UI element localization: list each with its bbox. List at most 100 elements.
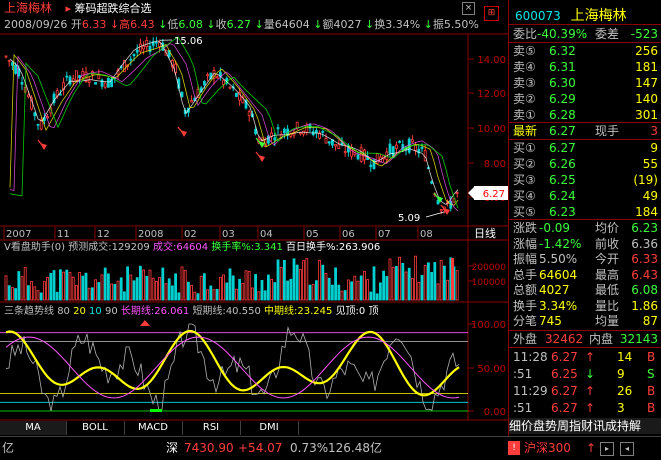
tick-price: 6.27	[551, 383, 578, 399]
volume-bar	[248, 271, 250, 300]
volume-bar	[165, 284, 167, 300]
candle-body	[296, 122, 298, 128]
signal-arrow-icon	[178, 127, 182, 132]
sell-label: 卖①	[513, 107, 536, 123]
stat-value: -1.42%	[539, 236, 581, 252]
volume-bar	[232, 276, 234, 300]
tab-rsi[interactable]: RSI	[182, 421, 241, 435]
chart-canvas[interactable]: 14.0012.0010.008.006.0015.065.096.272007…	[0, 0, 508, 436]
sell-row[interactable]: 卖②6.29140	[509, 91, 661, 107]
candle-body	[15, 65, 17, 73]
buy-row[interactable]: 买①6.279	[509, 140, 661, 156]
alert-icon[interactable]: !	[508, 441, 520, 455]
stat-value: 745	[539, 313, 562, 329]
volume-bar	[315, 281, 317, 300]
vol-value2: 64604	[176, 242, 208, 253]
candle-body	[27, 95, 29, 97]
sz-label[interactable]: 深	[166, 437, 178, 460]
buy-row[interactable]: 买⑤6.23184	[509, 204, 661, 220]
candle-body	[88, 81, 90, 83]
volume-bar	[411, 279, 413, 300]
outer-label: 外盘	[513, 331, 537, 347]
tick-vol: 9	[617, 366, 625, 382]
y-tick-label: 10.00	[477, 124, 506, 135]
candle-body	[66, 76, 68, 77]
stat-label: 前收	[595, 236, 619, 252]
volume-bar	[91, 288, 93, 300]
tab-macd[interactable]: MACD	[124, 421, 183, 435]
volume-bar	[8, 286, 10, 300]
volume-bar	[405, 272, 407, 300]
x-tick-label: 06	[342, 229, 355, 240]
y-tick-label: 100000	[472, 278, 507, 288]
tab-dmi[interactable]: DMI	[240, 421, 299, 435]
sh-label[interactable]: 沪深300	[524, 437, 571, 460]
volume-bar	[162, 268, 164, 300]
volume-bar	[303, 261, 305, 300]
volume-bar	[18, 272, 20, 300]
stat-value: 6.23	[631, 220, 658, 236]
volume-bar	[210, 286, 212, 300]
volume-bar	[59, 270, 61, 300]
candle-body	[207, 75, 209, 76]
volume-bar	[376, 294, 378, 300]
scroll-right-icon[interactable]: ▸	[600, 442, 614, 456]
volume-bar	[136, 278, 138, 300]
volume-bar	[216, 289, 218, 300]
buy-vol: 49	[643, 188, 658, 204]
volume-bar	[69, 273, 71, 300]
weibi-label: 委比	[513, 27, 537, 41]
ma-line	[10, 37, 458, 208]
volume-bar	[328, 278, 330, 300]
volume-bar	[379, 283, 381, 300]
volume-bar	[98, 283, 100, 300]
tick-row: :516.25↓9S	[509, 366, 661, 382]
volume-bar	[331, 285, 333, 300]
candle-body	[155, 42, 157, 43]
candle-body	[440, 209, 442, 210]
buy-row[interactable]: 买③6.25(19)	[509, 172, 661, 188]
candle-body	[136, 50, 138, 52]
buy-label: 买⑤	[513, 204, 536, 220]
stat-value: 4027	[539, 282, 570, 298]
scroll-left-icon[interactable]: ◂	[620, 442, 634, 456]
mid-value: 23.245	[297, 306, 332, 317]
vol-title: V看盘助手(0)	[4, 242, 65, 253]
stock-code: 600073	[515, 9, 561, 23]
buy-price: 6.26	[549, 156, 576, 172]
tab-boll[interactable]: BOLL	[66, 421, 125, 435]
sell-row[interactable]: 卖⑤6.32256	[509, 43, 661, 59]
tick-row: :516.27↑3B	[509, 400, 661, 416]
stat-label: 均价	[595, 220, 619, 236]
turn-value: 3.341	[254, 242, 283, 253]
x-tick-label: 05	[306, 229, 319, 240]
volume-bar	[88, 288, 90, 300]
volume-bar	[395, 266, 397, 300]
volume-bar	[155, 281, 157, 300]
param-2: 20	[73, 306, 86, 317]
x-tick-label: 08	[420, 229, 433, 240]
volume-bar	[245, 271, 247, 300]
avg-label: 百日换手%:	[286, 242, 339, 253]
tick-price: 6.25	[551, 366, 578, 382]
quote-bottom-tabs[interactable]: 细价盘势周指财讯成持解	[509, 418, 661, 434]
trend-title: 三条趋势线	[4, 306, 54, 317]
buy-row[interactable]: 买④6.2449	[509, 188, 661, 204]
sell-row[interactable]: 卖①6.28301	[509, 107, 661, 123]
volume-bar	[408, 268, 410, 300]
tab-ma[interactable]: MA	[0, 421, 67, 435]
volume-bar	[261, 280, 263, 300]
volume-bar	[383, 271, 385, 300]
sz-change: +54.07	[238, 437, 282, 460]
candle-body	[431, 182, 433, 184]
buy-row[interactable]: 买②6.2655	[509, 156, 661, 172]
volume-bar	[203, 274, 205, 300]
volume-bar	[219, 277, 221, 300]
sell-row[interactable]: 卖④6.31181	[509, 59, 661, 75]
candle-body	[203, 81, 205, 84]
volume-bar	[280, 267, 282, 300]
chart-area[interactable]: 上海梅林 ▸ 筹码超跌综合选 2008/09/26 开6.33 ↓高6.43 ↓…	[0, 0, 508, 436]
volume-bar	[370, 292, 372, 300]
sell-row[interactable]: 卖③6.30147	[509, 75, 661, 91]
volume-bar	[427, 263, 429, 300]
